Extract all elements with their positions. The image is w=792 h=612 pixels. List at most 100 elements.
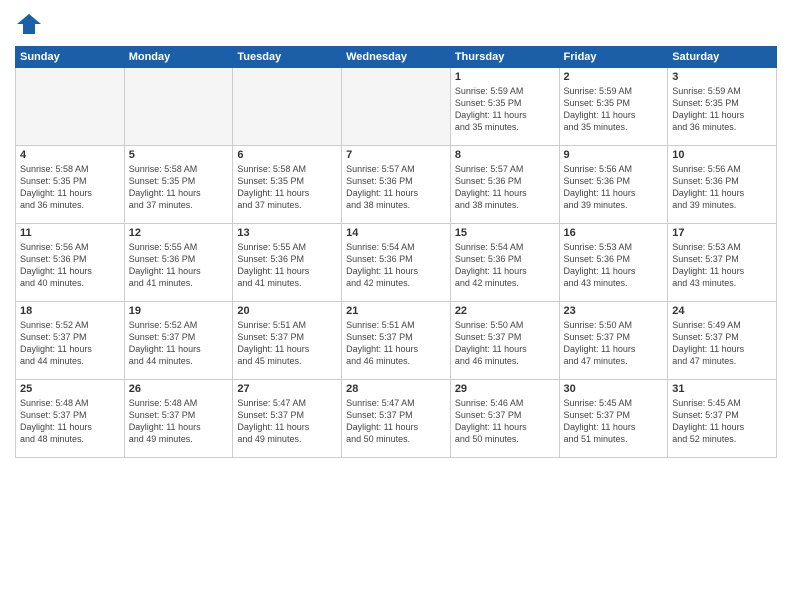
day-cell: 26 Sunrise: 5:48 AM Sunset: 5:37 PM Dayli…	[124, 380, 233, 458]
day-cell: 19Sunrise: 5:52 AM Sunset: 5:37 PM Dayli…	[124, 302, 233, 380]
header-cell-wednesday: Wednesday	[342, 47, 451, 68]
day-info: Sunrise: 5:59 AM Sunset: 5:35 PM Dayligh…	[564, 85, 664, 134]
week-row-4: 25Sunrise: 5:48 AM Sunset: 5:37 PM Dayli…	[16, 380, 777, 458]
day-cell: 2 Sunrise: 5:59 AM Sunset: 5:35 PM Daylig…	[559, 68, 668, 146]
day-info: Sunrise: 5:56 AM Sunset: 5:36 PM Dayligh…	[20, 241, 120, 290]
day-cell: 15 Sunrise: 5:54 AM Sunset: 5:36 PM Dayli…	[450, 224, 559, 302]
day-info: Sunrise: 5:47 AM Sunset: 5:37 PM Dayligh…	[237, 397, 337, 446]
day-number: 11	[20, 227, 120, 239]
day-cell: 30 Sunrise: 5:45 AM Sunset: 5:37 PM Dayli…	[559, 380, 668, 458]
week-row-0: 1 Sunrise: 5:59 AM Sunset: 5:35 PM Daylig…	[16, 68, 777, 146]
day-number: 5	[129, 149, 229, 161]
week-row-2: 11 Sunrise: 5:56 AM Sunset: 5:36 PM Dayli…	[16, 224, 777, 302]
day-cell: 14 Sunrise: 5:54 AM Sunset: 5:36 PM Dayli…	[342, 224, 451, 302]
day-number: 12	[129, 227, 229, 239]
day-cell: 24 Sunrise: 5:49 AM Sunset: 5:37 PM Dayli…	[668, 302, 777, 380]
day-number: 17	[672, 227, 772, 239]
day-number: 27	[237, 383, 337, 395]
day-cell: 18 Sunrise: 5:52 AM Sunset: 5:37 PM Dayli…	[16, 302, 125, 380]
day-info: Sunrise: 5:54 AM Sunset: 5:36 PM Dayligh…	[455, 241, 555, 290]
week-row-1: 4 Sunrise: 5:58 AM Sunset: 5:35 PM Daylig…	[16, 146, 777, 224]
day-cell	[124, 68, 233, 146]
day-number: 22	[455, 305, 555, 317]
day-info: Sunrise: 5:56 AM Sunset: 5:36 PM Dayligh…	[564, 163, 664, 212]
logo-icon	[15, 10, 43, 38]
day-info: Sunrise: 5:57 AM Sunset: 5:36 PM Dayligh…	[455, 163, 555, 212]
day-number: 31	[672, 383, 772, 395]
day-info: Sunrise: 5:54 AM Sunset: 5:36 PM Dayligh…	[346, 241, 446, 290]
day-cell: 25Sunrise: 5:48 AM Sunset: 5:37 PM Dayli…	[16, 380, 125, 458]
header-cell-friday: Friday	[559, 47, 668, 68]
day-info: Sunrise: 5:50 AM Sunset: 5:37 PM Dayligh…	[455, 319, 555, 368]
header	[15, 10, 777, 38]
day-number: 26	[129, 383, 229, 395]
day-info: Sunrise: 5:51 AM Sunset: 5:37 PM Dayligh…	[237, 319, 337, 368]
day-number: 1	[455, 71, 555, 83]
day-number: 14	[346, 227, 446, 239]
day-info: Sunrise: 5:45 AM Sunset: 5:37 PM Dayligh…	[564, 397, 664, 446]
day-number: 13	[237, 227, 337, 239]
day-info: Sunrise: 5:59 AM Sunset: 5:35 PM Dayligh…	[455, 85, 555, 134]
day-number: 29	[455, 383, 555, 395]
day-cell: 5 Sunrise: 5:58 AM Sunset: 5:35 PM Daylig…	[124, 146, 233, 224]
day-cell: 11 Sunrise: 5:56 AM Sunset: 5:36 PM Dayli…	[16, 224, 125, 302]
day-cell: 10Sunrise: 5:56 AM Sunset: 5:36 PM Dayli…	[668, 146, 777, 224]
day-cell	[16, 68, 125, 146]
day-number: 6	[237, 149, 337, 161]
day-cell: 27 Sunrise: 5:47 AM Sunset: 5:37 PM Dayli…	[233, 380, 342, 458]
day-info: Sunrise: 5:51 AM Sunset: 5:37 PM Dayligh…	[346, 319, 446, 368]
day-cell: 1 Sunrise: 5:59 AM Sunset: 5:35 PM Daylig…	[450, 68, 559, 146]
day-info: Sunrise: 5:59 AM Sunset: 5:35 PM Dayligh…	[672, 85, 772, 134]
day-number: 20	[237, 305, 337, 317]
day-number: 23	[564, 305, 664, 317]
day-info: Sunrise: 5:52 AM Sunset: 5:37 PM Dayligh…	[20, 319, 120, 368]
day-number: 18	[20, 305, 120, 317]
day-info: Sunrise: 5:53 AM Sunset: 5:37 PM Dayligh…	[672, 241, 772, 290]
day-cell: 6 Sunrise: 5:58 AM Sunset: 5:35 PM Daylig…	[233, 146, 342, 224]
day-cell: 22 Sunrise: 5:50 AM Sunset: 5:37 PM Dayli…	[450, 302, 559, 380]
day-info: Sunrise: 5:50 AM Sunset: 5:37 PM Dayligh…	[564, 319, 664, 368]
day-cell: 9Sunrise: 5:56 AM Sunset: 5:36 PM Daylig…	[559, 146, 668, 224]
header-cell-monday: Monday	[124, 47, 233, 68]
day-cell: 7Sunrise: 5:57 AM Sunset: 5:36 PM Daylig…	[342, 146, 451, 224]
day-number: 28	[346, 383, 446, 395]
day-number: 24	[672, 305, 772, 317]
logo	[15, 10, 47, 38]
day-cell	[342, 68, 451, 146]
day-info: Sunrise: 5:46 AM Sunset: 5:37 PM Dayligh…	[455, 397, 555, 446]
day-info: Sunrise: 5:47 AM Sunset: 5:37 PM Dayligh…	[346, 397, 446, 446]
day-info: Sunrise: 5:49 AM Sunset: 5:37 PM Dayligh…	[672, 319, 772, 368]
day-number: 4	[20, 149, 120, 161]
day-number: 30	[564, 383, 664, 395]
day-cell: 3 Sunrise: 5:59 AM Sunset: 5:35 PM Daylig…	[668, 68, 777, 146]
week-row-3: 18 Sunrise: 5:52 AM Sunset: 5:37 PM Dayli…	[16, 302, 777, 380]
day-number: 16	[564, 227, 664, 239]
day-cell: 28 Sunrise: 5:47 AM Sunset: 5:37 PM Dayli…	[342, 380, 451, 458]
header-cell-thursday: Thursday	[450, 47, 559, 68]
day-number: 15	[455, 227, 555, 239]
header-row: SundayMondayTuesdayWednesdayThursdayFrid…	[16, 47, 777, 68]
day-cell: 23 Sunrise: 5:50 AM Sunset: 5:37 PM Dayli…	[559, 302, 668, 380]
day-info: Sunrise: 5:58 AM Sunset: 5:35 PM Dayligh…	[237, 163, 337, 212]
day-info: Sunrise: 5:48 AM Sunset: 5:37 PM Dayligh…	[20, 397, 120, 446]
day-cell: 20 Sunrise: 5:51 AM Sunset: 5:37 PM Dayli…	[233, 302, 342, 380]
day-cell: 17 Sunrise: 5:53 AM Sunset: 5:37 PM Dayli…	[668, 224, 777, 302]
day-info: Sunrise: 5:56 AM Sunset: 5:36 PM Dayligh…	[672, 163, 772, 212]
header-cell-tuesday: Tuesday	[233, 47, 342, 68]
day-number: 2	[564, 71, 664, 83]
day-cell: 13Sunrise: 5:55 AM Sunset: 5:36 PM Dayli…	[233, 224, 342, 302]
day-number: 3	[672, 71, 772, 83]
day-number: 21	[346, 305, 446, 317]
day-info: Sunrise: 5:52 AM Sunset: 5:37 PM Dayligh…	[129, 319, 229, 368]
page: SundayMondayTuesdayWednesdayThursdayFrid…	[0, 0, 792, 612]
day-cell: 31 Sunrise: 5:45 AM Sunset: 5:37 PM Dayli…	[668, 380, 777, 458]
calendar-table: SundayMondayTuesdayWednesdayThursdayFrid…	[15, 46, 777, 458]
day-info: Sunrise: 5:58 AM Sunset: 5:35 PM Dayligh…	[129, 163, 229, 212]
header-cell-saturday: Saturday	[668, 47, 777, 68]
day-cell	[233, 68, 342, 146]
day-info: Sunrise: 5:45 AM Sunset: 5:37 PM Dayligh…	[672, 397, 772, 446]
day-number: 7	[346, 149, 446, 161]
day-cell: 4Sunrise: 5:58 AM Sunset: 5:35 PM Daylig…	[16, 146, 125, 224]
day-info: Sunrise: 5:53 AM Sunset: 5:36 PM Dayligh…	[564, 241, 664, 290]
day-info: Sunrise: 5:48 AM Sunset: 5:37 PM Dayligh…	[129, 397, 229, 446]
